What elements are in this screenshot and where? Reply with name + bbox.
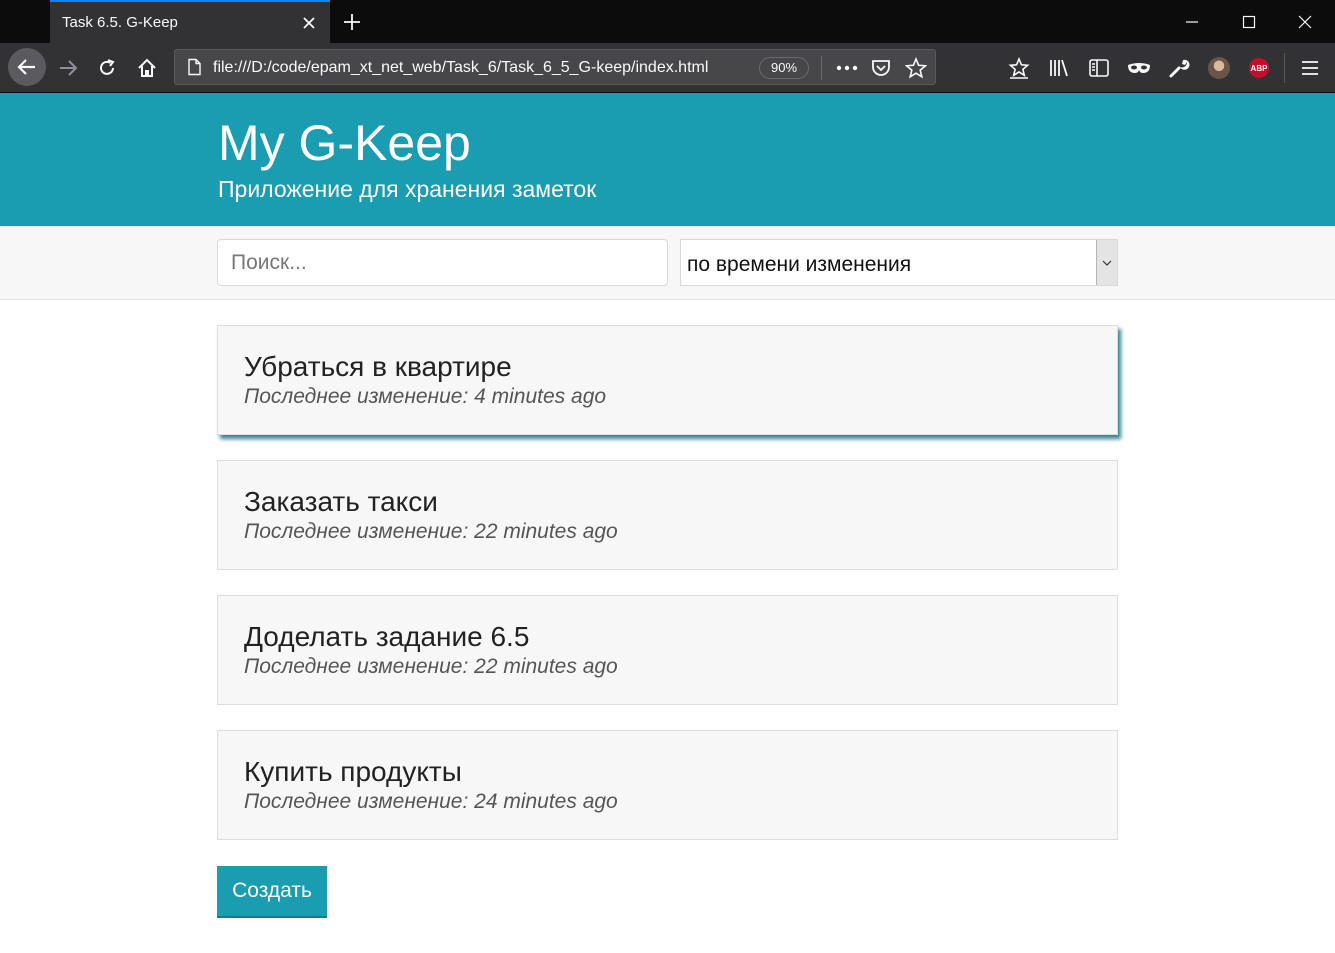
home-icon[interactable] (131, 52, 163, 84)
note-title: Доделать задание 6.5 (244, 621, 530, 652)
library-icon[interactable] (1044, 53, 1074, 83)
notes-list: Убраться в квартире Последнее изменение:… (217, 325, 1118, 865)
forward-arrow-icon[interactable] (52, 52, 84, 84)
note-modified: Последнее изменение: 4 minutes ago (244, 385, 607, 408)
bookmarks-star-icon[interactable] (1004, 53, 1034, 83)
hamburger-menu-icon[interactable] (1295, 53, 1325, 83)
pocket-icon[interactable] (869, 56, 893, 80)
zoom-level-badge[interactable]: 90% (759, 57, 809, 79)
browser-tab[interactable]: Task 6.5. G-Keep (50, 0, 330, 43)
avatar (1208, 57, 1230, 79)
note-card[interactable]: Купить продукты Последнее изменение: 24 … (217, 730, 1118, 840)
page-content: My G-Keep Приложение для хранения замето… (0, 93, 1335, 953)
maximize-icon[interactable] (1235, 8, 1263, 36)
search-input[interactable] (217, 239, 668, 286)
note-modified: Последнее изменение: 22 minutes ago (244, 655, 618, 678)
back-arrow-icon[interactable] (8, 48, 46, 86)
tab-bar: Task 6.5. G-Keep (0, 0, 1335, 43)
page-icon (185, 58, 203, 76)
app-title: My G-Keep (218, 115, 471, 171)
filter-toolbar: по времени изменения (0, 226, 1335, 300)
adblock-button[interactable]: ABP (1244, 53, 1274, 83)
sidebar-icon[interactable] (1084, 53, 1114, 83)
url-text[interactable]: file:///D:/code/epam_xt_net_web/Task_6/T… (213, 59, 708, 77)
note-title: Купить продукты (244, 756, 462, 787)
new-tab-icon[interactable] (340, 10, 364, 34)
app-subtitle: Приложение для хранения заметок (218, 176, 597, 202)
abp-icon: ABP (1249, 58, 1269, 78)
private-mask-icon[interactable] (1124, 53, 1154, 83)
sort-select[interactable]: по времени изменения (680, 239, 1118, 286)
more-actions-icon[interactable] (835, 56, 859, 80)
note-card[interactable]: Доделать задание 6.5 Последнее изменение… (217, 595, 1118, 705)
minimize-icon[interactable] (1178, 8, 1206, 36)
note-title: Убраться в квартире (244, 351, 512, 382)
sort-selected-value: по времени изменения (687, 253, 912, 276)
create-button[interactable]: Создать (217, 866, 327, 918)
reload-icon[interactable] (91, 52, 123, 84)
account-avatar[interactable] (1204, 53, 1234, 83)
tab-title: Task 6.5. G-Keep (62, 14, 178, 31)
close-tab-icon[interactable] (298, 12, 320, 34)
navigation-bar: file:///D:/code/epam_xt_net_web/Task_6/T… (0, 43, 1335, 93)
note-title: Заказать такси (244, 486, 438, 517)
close-window-icon[interactable] (1291, 8, 1319, 36)
url-bar[interactable]: file:///D:/code/epam_xt_net_web/Task_6/T… (174, 49, 936, 85)
note-card[interactable]: Заказать такси Последнее изменение: 22 m… (217, 460, 1118, 570)
app-header: My G-Keep Приложение для хранения замето… (0, 93, 1335, 226)
toolbar-separator (1284, 53, 1285, 83)
chevron-down-icon[interactable] (1096, 240, 1117, 285)
note-card[interactable]: Убраться в квартире Последнее изменение:… (217, 325, 1118, 435)
bookmark-star-icon[interactable] (904, 56, 928, 80)
note-modified: Последнее изменение: 24 minutes ago (244, 790, 618, 813)
note-modified: Последнее изменение: 22 minutes ago (244, 520, 618, 543)
wrench-icon[interactable] (1164, 53, 1194, 83)
url-separator (821, 56, 822, 80)
